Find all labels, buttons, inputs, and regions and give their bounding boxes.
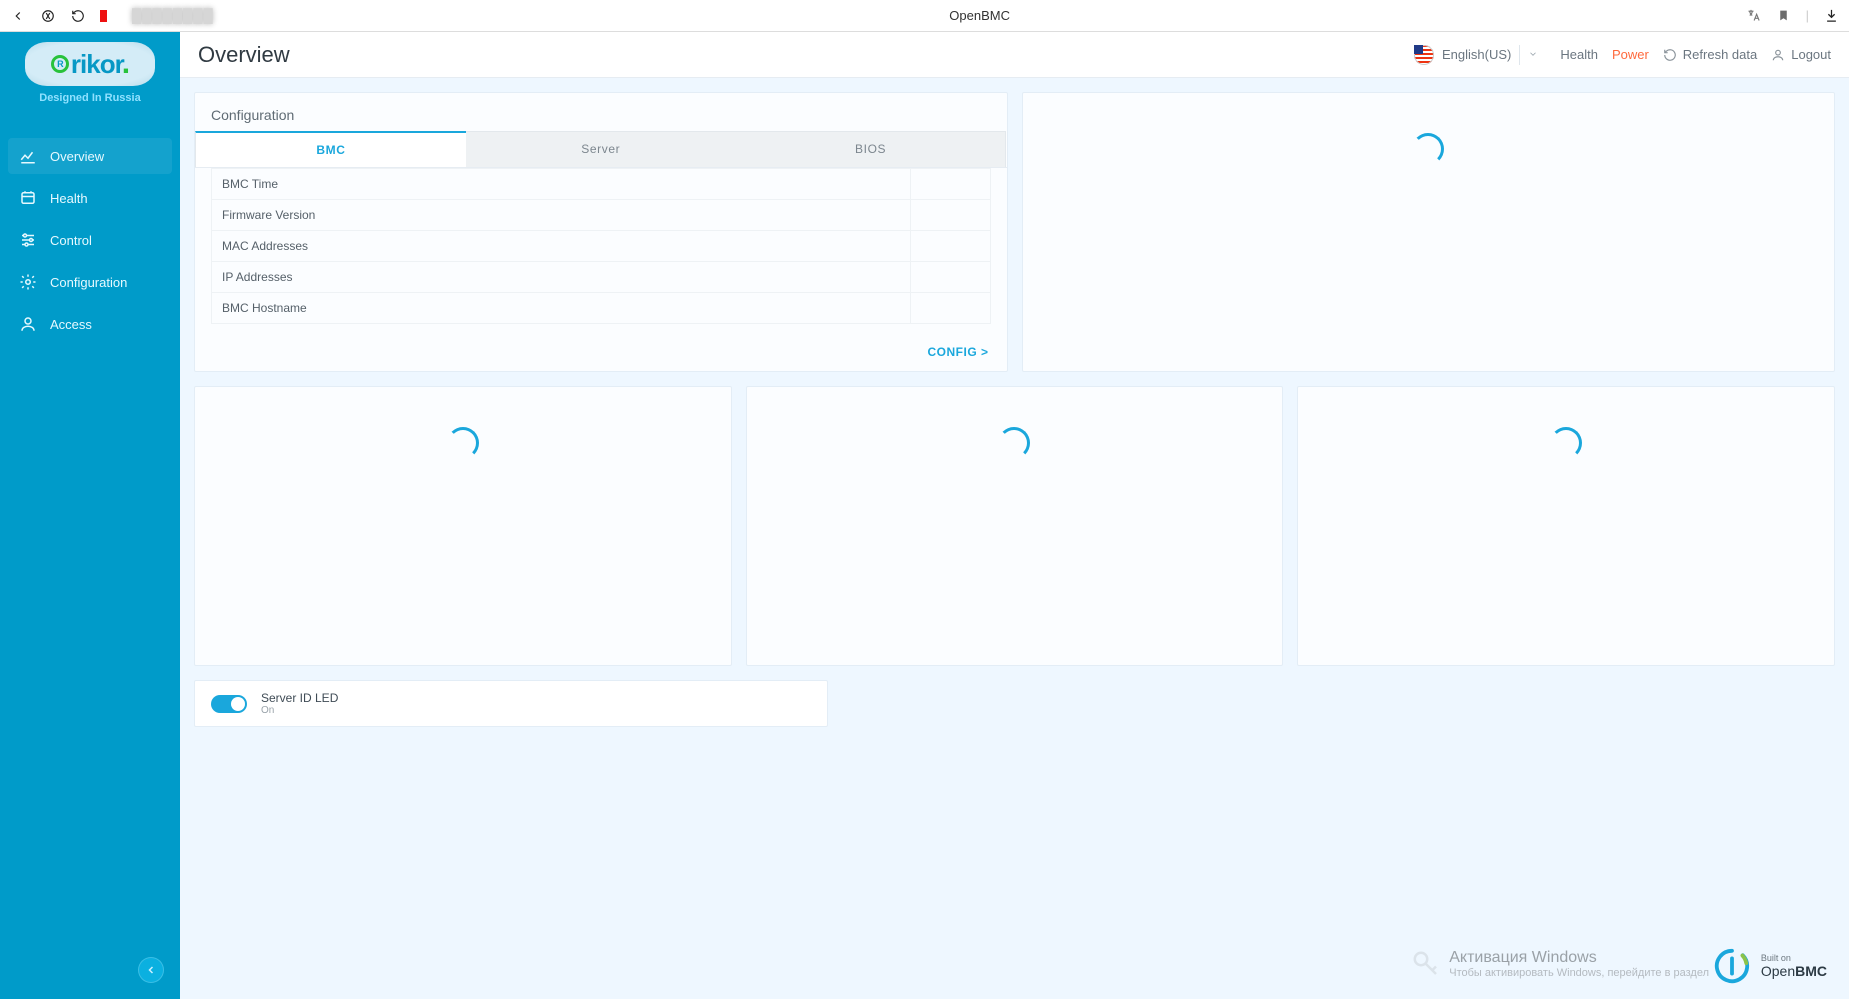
configuration-card: Configuration BMC Server BIOS BMC Time F… xyxy=(194,92,1008,372)
sidebar-item-label: Access xyxy=(50,317,92,332)
main: Overview English(US) Health Power xyxy=(180,32,1849,999)
row-key: Firmware Version xyxy=(212,200,911,231)
reload-icon[interactable] xyxy=(70,8,86,24)
config-table: BMC Time Firmware Version MAC Addresses … xyxy=(211,168,991,324)
row-val xyxy=(910,231,990,262)
builton-small: Built on xyxy=(1761,953,1827,963)
health-icon xyxy=(18,188,38,208)
flag-us-icon xyxy=(1414,45,1434,65)
config-link[interactable]: CONFIG > xyxy=(927,345,988,359)
server-id-led-card: Server ID LED On xyxy=(194,680,828,727)
table-row: IP Addresses xyxy=(212,262,991,293)
sidebar-nav: Overview Health Control Configuration xyxy=(0,132,180,348)
brand-logo: Rrikor. xyxy=(25,42,155,86)
loading-card xyxy=(1022,92,1836,372)
sidebar-item-label: Configuration xyxy=(50,275,127,290)
spinner-icon xyxy=(447,427,479,459)
sidebar-item-control[interactable]: Control xyxy=(8,222,172,258)
download-icon[interactable] xyxy=(1823,8,1839,24)
tab-bios[interactable]: BIOS xyxy=(736,131,1007,167)
sidebar: Rrikor. Designed In Russia Overview Heal… xyxy=(0,32,180,999)
loading-card xyxy=(194,386,732,666)
brand-tagline: Designed In Russia xyxy=(39,92,140,104)
logout-button[interactable]: Logout xyxy=(1771,47,1831,62)
led-status: On xyxy=(261,705,338,716)
table-row: BMC Hostname xyxy=(212,293,991,324)
sidebar-item-overview[interactable]: Overview xyxy=(8,138,172,174)
table-row: Firmware Version xyxy=(212,200,991,231)
translate-icon[interactable] xyxy=(1746,8,1762,24)
tab-title: OpenBMC xyxy=(214,8,1746,23)
chevron-down-icon xyxy=(1528,47,1538,62)
brand-name: rikor xyxy=(71,49,124,80)
loading-card xyxy=(1297,386,1835,666)
refresh-button[interactable]: Refresh data xyxy=(1663,47,1757,62)
page-title: Overview xyxy=(198,42,290,68)
card-title: Configuration xyxy=(211,107,991,123)
browser-chrome: ████████ OpenBMC | xyxy=(0,0,1849,32)
sidebar-item-health[interactable]: Health xyxy=(8,180,172,216)
health-label: Health xyxy=(1560,47,1598,62)
table-row: BMC Time xyxy=(212,169,991,200)
language-selector[interactable]: English(US) xyxy=(1406,41,1546,69)
language-label: English(US) xyxy=(1442,47,1511,62)
table-row: MAC Addresses xyxy=(212,231,991,262)
server-id-led-toggle[interactable] xyxy=(211,695,247,713)
spinner-icon xyxy=(1550,427,1582,459)
led-label: Server ID LED xyxy=(261,691,338,705)
spinner-icon xyxy=(1412,133,1444,165)
content: Configuration BMC Server BIOS BMC Time F… xyxy=(180,78,1849,999)
sidebar-item-label: Overview xyxy=(50,149,104,164)
config-tabs: BMC Server BIOS xyxy=(195,131,1007,168)
sidebar-item-configuration[interactable]: Configuration xyxy=(8,264,172,300)
bookmark-icon[interactable] xyxy=(1776,8,1792,24)
row-key: BMC Hostname xyxy=(212,293,911,324)
builton-a: Open xyxy=(1761,963,1795,979)
url-blurred: ████████ xyxy=(132,8,214,23)
openbmc-logo-icon xyxy=(1713,947,1751,985)
sidebar-item-access[interactable]: Access xyxy=(8,306,172,342)
row-key: BMC Time xyxy=(212,169,911,200)
back-icon[interactable] xyxy=(10,8,26,24)
gear-icon xyxy=(18,272,38,292)
spinner-icon xyxy=(998,427,1030,459)
row-key: MAC Addresses xyxy=(212,231,911,262)
refresh-label: Refresh data xyxy=(1683,47,1757,62)
row-val xyxy=(910,169,990,200)
row-val xyxy=(910,293,990,324)
row-val xyxy=(910,262,990,293)
sliders-icon xyxy=(18,230,38,250)
chart-icon xyxy=(18,146,38,166)
user-icon xyxy=(18,314,38,334)
topbar: Overview English(US) Health Power xyxy=(180,32,1849,78)
brand-block: Rrikor. Designed In Russia xyxy=(0,36,180,132)
power-status[interactable]: Power xyxy=(1612,47,1649,62)
row-key: IP Addresses xyxy=(212,262,911,293)
loading-card xyxy=(746,386,1284,666)
sidebar-collapse-button[interactable] xyxy=(138,957,164,983)
logout-label: Logout xyxy=(1791,47,1831,62)
tab-bmc[interactable]: BMC xyxy=(195,131,466,167)
sidebar-item-label: Health xyxy=(50,191,88,206)
row-val xyxy=(910,200,990,231)
built-on-openbmc: Built on OpenBMC xyxy=(1713,947,1827,985)
tab-server[interactable]: Server xyxy=(466,131,736,167)
builton-b: BMC xyxy=(1795,963,1827,979)
favicon xyxy=(100,10,118,22)
health-status[interactable]: Health xyxy=(1560,47,1598,62)
power-label: Power xyxy=(1612,47,1649,62)
engine-icon[interactable] xyxy=(40,8,56,24)
sidebar-item-label: Control xyxy=(50,233,92,248)
